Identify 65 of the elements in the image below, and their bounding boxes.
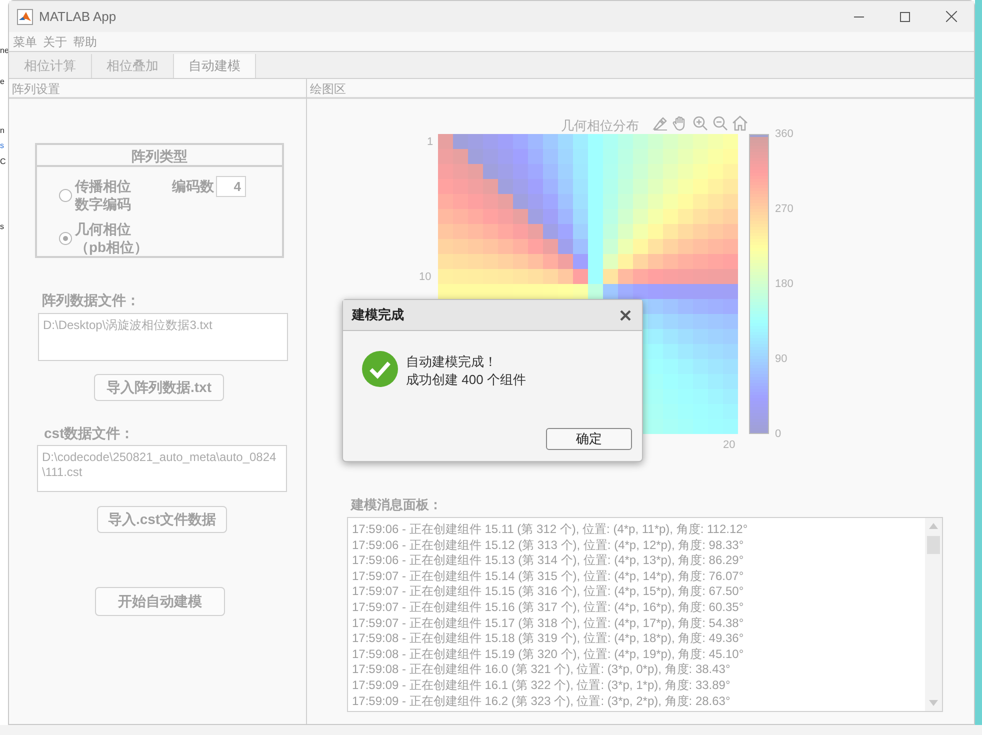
scroll-down-icon[interactable] [929,700,938,706]
home-icon[interactable] [732,115,748,131]
app-icon [17,8,33,24]
log-label: 建模消息面板： [351,496,442,514]
window-title: MATLAB App [39,8,116,26]
log-line: 17:59:06 - 正在创建组件 15.11 (第 312 个), 位置: (4*p, 11*p), 角度: 112.12° [352,522,748,538]
dialog-message: 成功创建 400 个组件 [406,371,526,389]
ok-button[interactable]: 确定 [546,428,632,450]
menu-item[interactable]: 菜单 [13,32,37,50]
log-line: 17:59:07 - 正在创建组件 15.15 (第 316 个), 位置: (4*p, 15*p), 角度: 67.50° [352,584,744,600]
tab[interactable]: 自动建模 [174,54,256,78]
maximize-icon [900,12,910,22]
radio-label[interactable]: 几何相位 （pb相位） [75,220,148,256]
log-line: 17:59:07 - 正在创建组件 15.17 (第 318 个), 位置: (4*p, 17*p), 角度: 54.38° [352,616,744,632]
text-fragment: n [0,126,4,136]
dialog-message: 自动建模完成！ [406,353,498,371]
field-label: cst数据文件： [44,424,134,443]
import-button[interactable]: 导入.cst文件数据 [97,506,227,533]
log-line: 17:59:09 - 正在创建组件 16.1 (第 322 个), 位置: (3*p, 1*p), 角度: 33.89° [352,678,730,694]
file-path-field[interactable]: D:\Desktop\涡旋波相位数据3.txt [38,313,288,361]
tick-label: 270 [775,203,794,215]
scrollbar[interactable] [925,518,942,711]
tick-label: 0 [775,428,782,440]
log-line: 17:59:07 - 正在创建组件 15.16 (第 317 个), 位置: (4*p, 16*p), 角度: 60.35° [352,600,744,616]
radio-button[interactable] [59,232,72,244]
text-fragment: e [0,77,4,87]
text-fragment: C [0,157,6,167]
close-button[interactable] [617,307,633,323]
tick-label: 360 [775,128,794,140]
close-icon [620,310,630,320]
log-line: 17:59:06 - 正在创建组件 15.13 (第 314 个), 位置: (4*p, 13*p), 角度: 86.29° [352,553,744,569]
zoom-in-icon[interactable] [692,115,708,131]
scroll-up-icon[interactable] [929,523,938,529]
group-title: 阵列类型 [37,145,282,167]
log-line: 17:59:08 - 正在创建组件 15.18 (第 319 个), 位置: (4*p, 18*p), 角度: 49.36° [352,631,744,647]
tick-label: 20 [723,439,736,451]
code-count-field[interactable]: 4 [216,176,246,197]
field-label: 编码数 [172,177,214,196]
tick-label: 10 [419,270,432,282]
log-line: 17:59:08 - 正在创建组件 16.0 (第 321 个), 位置: (3*p, 0*p), 角度: 38.43° [352,662,730,678]
radio-button[interactable] [59,188,72,202]
log-line: 17:59:07 - 正在创建组件 15.14 (第 315 个), 位置: (4*p, 14*p), 角度: 76.07° [352,568,744,584]
panel-title: 绘图区 [307,79,974,99]
dialog-title: 建模完成 [352,306,404,324]
log-line: 17:59:09 - 正在创建组件 16.2 (第 323 个), 位置: (3*p, 2*p), 角度: 28.63° [352,694,730,710]
field-label: 阵列数据文件： [42,291,140,310]
menu-item[interactable]: 帮助 [73,32,97,50]
panel-title: 阵列设置 [9,79,306,99]
menu-item[interactable]: 关于 [43,32,67,50]
import-button[interactable]: 导入阵列数据.txt [94,374,224,401]
start-button[interactable]: 开始自动建模 [95,587,225,616]
zoom-out-icon[interactable] [712,115,728,131]
text-fragment: s [0,141,4,151]
success-icon [362,351,398,387]
file-path-field[interactable]: D:\codecode\250821_auto_meta\auto_0824\111.cst [37,445,287,492]
log-line: 17:59:08 - 正在创建组件 15.19 (第 320 个), 位置: (4*p, 19*p), 角度: 45.10° [352,646,744,662]
tick-label: 1 [427,136,434,148]
tick-label: 180 [775,278,794,290]
radio-label[interactable]: 传播相位 数字编码 [75,177,131,213]
tick-label: 90 [775,353,788,365]
chart-title: 几何相位分布 [561,117,639,135]
brush-icon[interactable] [652,115,668,131]
close-icon [946,11,956,22]
text-fragment: s [0,222,4,232]
log-line: 17:59:06 - 正在创建组件 15.12 (第 313 个), 位置: (4*p, 12*p), 角度: 98.33° [352,538,744,554]
